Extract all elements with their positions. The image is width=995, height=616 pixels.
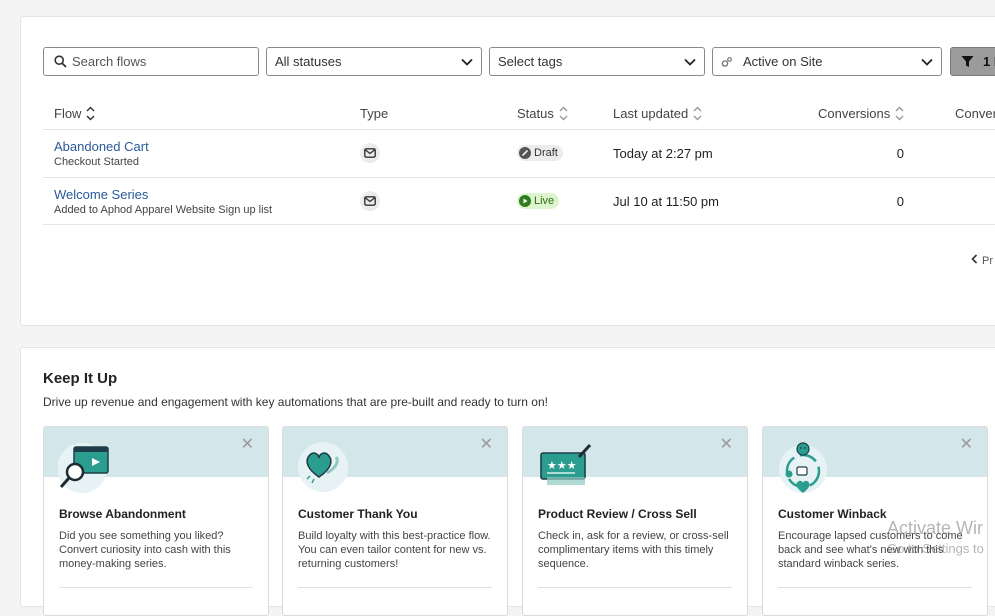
winback-cycle-icon bbox=[777, 441, 831, 495]
column-header-conversion-value[interactable]: Convers bbox=[955, 106, 995, 121]
site-dropdown[interactable]: Active on Site bbox=[712, 47, 942, 76]
status-badge: Draft bbox=[517, 145, 563, 161]
flows-panel: Search flows All statuses Select tags Ac… bbox=[20, 16, 995, 326]
search-icon bbox=[44, 55, 70, 68]
chevron-down-icon bbox=[913, 58, 941, 66]
flow-name-link[interactable]: Abandoned Cart bbox=[54, 139, 149, 154]
keep-it-up-panel: Keep It Up Drive up revenue and engageme… bbox=[20, 347, 995, 616]
section-description: Drive up revenue and engagement with key… bbox=[43, 395, 548, 409]
column-header-label: Last updated bbox=[613, 106, 689, 121]
pagination-previous-label: Pr bbox=[982, 254, 993, 267]
status-dropdown-value: All statuses bbox=[275, 54, 342, 69]
divider bbox=[59, 587, 253, 588]
pencil-icon bbox=[519, 147, 531, 159]
review-stars-icon: ★★★ bbox=[537, 441, 592, 495]
sort-icon bbox=[86, 106, 95, 121]
play-icon bbox=[519, 195, 531, 207]
card-title: Product Review / Cross Sell bbox=[538, 507, 697, 521]
card-title: Browse Abandonment bbox=[59, 507, 186, 521]
tags-dropdown[interactable]: Select tags bbox=[489, 47, 705, 76]
conversions-cell: 0 bbox=[896, 146, 904, 161]
pagination-previous[interactable]: Pr bbox=[971, 254, 993, 267]
card-description: Build loyalty with this best-practice fl… bbox=[298, 530, 491, 570]
site-dropdown-value: Active on Site bbox=[743, 54, 823, 69]
card-description: Check in, ask for a review, or cross-sel… bbox=[538, 530, 729, 570]
status-badge-label: Live bbox=[534, 195, 555, 207]
close-icon[interactable]: ✕ bbox=[960, 437, 973, 453]
filter-button-label: 1 F bbox=[983, 54, 995, 69]
flow-name-link[interactable]: Welcome Series bbox=[54, 187, 148, 202]
column-header-last-updated[interactable]: Last updated bbox=[613, 106, 702, 121]
divider bbox=[43, 129, 995, 130]
status-dropdown[interactable]: All statuses bbox=[266, 47, 482, 76]
heart-icon bbox=[297, 441, 351, 495]
card-description: Did you see something you liked? Convert… bbox=[59, 530, 231, 570]
sort-icon bbox=[895, 106, 904, 121]
sort-icon bbox=[559, 106, 568, 121]
flow-trigger: Added to Aphod Apparel Website Sign up l… bbox=[54, 204, 273, 216]
status-badge: Live bbox=[517, 193, 560, 209]
chevron-down-icon bbox=[453, 58, 481, 66]
close-icon[interactable]: ✕ bbox=[720, 437, 733, 453]
column-header-label: Status bbox=[517, 106, 554, 121]
column-header-label: Flow bbox=[54, 106, 82, 121]
card-title: Customer Thank You bbox=[298, 507, 418, 521]
conversions-cell: 0 bbox=[896, 194, 904, 209]
search-placeholder: Search flows bbox=[72, 54, 147, 69]
filter-button[interactable]: 1 F bbox=[950, 47, 995, 76]
column-header-label: Type bbox=[360, 106, 389, 121]
column-header-label: Conversions bbox=[818, 106, 891, 121]
activation-watermark: Activate Wir Go to Settings to bbox=[887, 518, 984, 556]
sort-icon bbox=[693, 106, 702, 121]
column-header-flow[interactable]: Flow bbox=[54, 106, 95, 121]
close-icon[interactable]: ✕ bbox=[480, 437, 493, 453]
template-card-customer-thank-you[interactable]: ✕ Customer Thank You Build loyalty with … bbox=[282, 426, 508, 616]
chevron-left-icon bbox=[971, 254, 978, 267]
magnifier-browser-icon bbox=[57, 441, 112, 495]
column-header-label: Convers bbox=[955, 106, 995, 121]
search-input[interactable]: Search flows bbox=[43, 47, 259, 76]
divider bbox=[43, 177, 995, 178]
chevron-down-icon bbox=[676, 58, 704, 66]
watermark-line-2: Go to Settings to bbox=[887, 541, 984, 556]
template-card-product-review-cross-sell[interactable]: ★★★ ✕ Product Review / Cross Sell Check … bbox=[522, 426, 748, 616]
last-updated-cell: Today at 2:27 pm bbox=[613, 146, 713, 161]
last-updated-cell: Jul 10 at 11:50 pm bbox=[613, 194, 719, 209]
template-card-browse-abandonment[interactable]: ✕ Browse Abandonment Did you see somethi… bbox=[43, 426, 269, 616]
flow-trigger: Checkout Started bbox=[54, 156, 139, 168]
column-header-type: Type bbox=[360, 106, 388, 121]
close-icon[interactable]: ✕ bbox=[241, 437, 254, 453]
funnel-icon bbox=[951, 55, 975, 68]
card-title: Customer Winback bbox=[778, 507, 887, 521]
divider bbox=[538, 587, 732, 588]
tags-dropdown-value: Select tags bbox=[498, 54, 563, 69]
email-icon bbox=[360, 143, 380, 163]
column-header-conversions[interactable]: Conversions bbox=[818, 106, 904, 121]
email-icon bbox=[360, 191, 380, 211]
section-title: Keep It Up bbox=[43, 370, 118, 387]
column-header-status[interactable]: Status bbox=[517, 106, 568, 121]
gears-icon bbox=[713, 56, 735, 68]
divider bbox=[298, 587, 492, 588]
svg-text:★★★: ★★★ bbox=[547, 459, 577, 472]
watermark-line-1: Activate Wir bbox=[887, 518, 984, 538]
divider bbox=[778, 587, 972, 588]
divider bbox=[43, 224, 995, 225]
status-badge-label: Draft bbox=[534, 147, 558, 159]
